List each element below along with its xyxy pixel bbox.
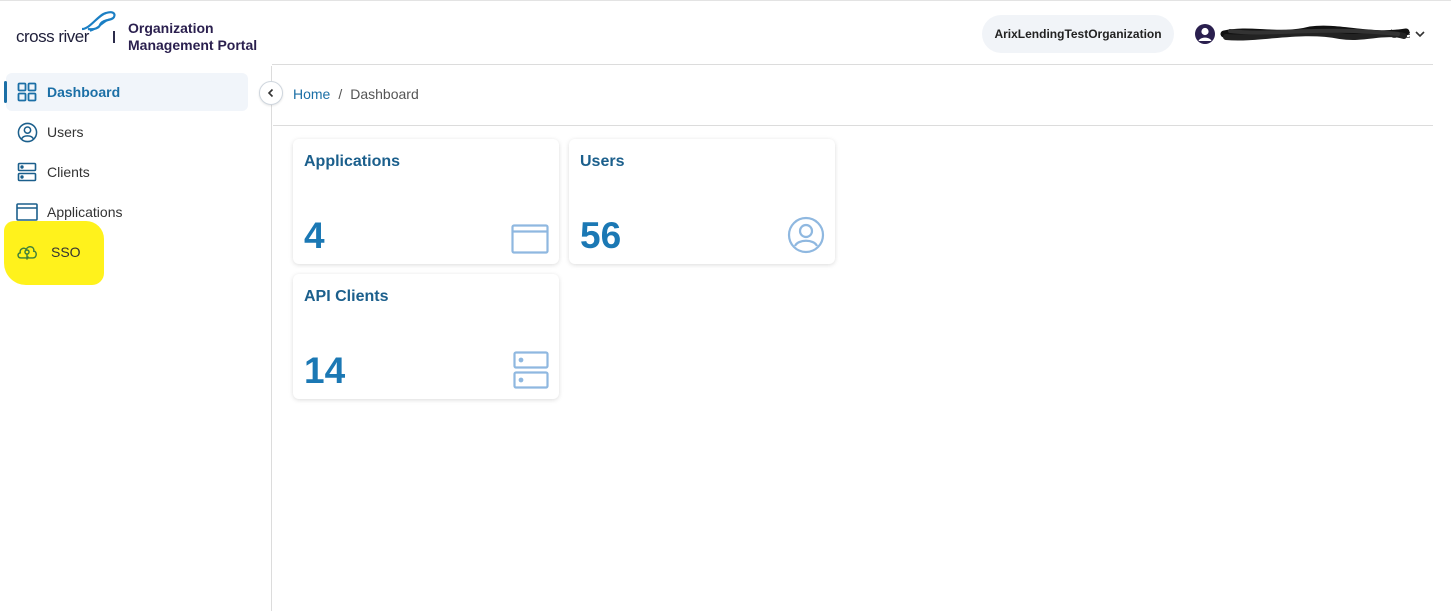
breadcrumb-separator: / (338, 86, 343, 102)
user-avatar-icon (1195, 24, 1215, 44)
cloud-key-icon (16, 241, 38, 263)
sidebar-item-label: Users (47, 124, 84, 140)
portal-title-line2: Management Portal (128, 37, 258, 53)
logo-separator (113, 31, 115, 43)
sidebar-item-sso[interactable]: SSO (6, 233, 248, 271)
user-menu[interactable]: User (1194, 21, 1426, 47)
card-title: Users (580, 153, 625, 170)
logo-text: cross river (16, 27, 89, 46)
server-icon (16, 161, 38, 183)
sidebar-collapse-button[interactable] (259, 81, 283, 105)
window-icon (16, 201, 38, 223)
card-value: 14 (304, 350, 346, 391)
chevron-left-icon (267, 88, 274, 98)
top-bar: cross river Organization Management Port… (0, 0, 1451, 66)
card-value: 4 (304, 215, 325, 256)
sidebar-item-label: Applications (47, 204, 123, 220)
sidebar-item-applications[interactable]: Applications (6, 193, 248, 231)
sidebar-item-dashboard[interactable]: Dashboard (4, 73, 248, 111)
breadcrumb-current: Dashboard (350, 86, 419, 102)
portal-title: Organization Management Portal (128, 20, 257, 54)
sidebar-item-users[interactable]: Users (6, 113, 248, 151)
sidebar-item-label: Clients (47, 164, 90, 180)
redaction-scribble (1220, 25, 1410, 41)
window-icon (511, 224, 549, 254)
chevron-down-icon[interactable] (1414, 28, 1426, 40)
cross-river-logo[interactable]: cross river (16, 9, 126, 49)
user-circle-icon (787, 216, 825, 254)
user-circle-icon (16, 121, 38, 143)
card-users[interactable]: Users 56 (569, 139, 835, 264)
card-title: API Clients (304, 288, 389, 305)
organization-selector[interactable]: ArixLendingTestOrganization (982, 15, 1174, 53)
sidebar-item-label: SSO (51, 244, 81, 260)
sidebar-item-label: Dashboard (47, 84, 121, 100)
portal-title-line1: Organization (128, 20, 214, 36)
breadcrumb: Home / Dashboard (293, 86, 419, 102)
card-value: 56 (580, 215, 622, 256)
user-name: User (1220, 24, 1410, 44)
header-divider (272, 64, 1433, 65)
card-title: Applications (304, 153, 401, 170)
card-api-clients[interactable]: API Clients 14 (293, 274, 559, 399)
server-icon (513, 351, 549, 389)
breadcrumb-divider (273, 125, 1433, 126)
breadcrumb-home-link[interactable]: Home (293, 86, 330, 102)
sidebar-item-clients[interactable]: Clients (6, 153, 248, 191)
card-applications[interactable]: Applications 4 (293, 139, 559, 264)
sidebar: Dashboard Users Clients Applications SSO (0, 66, 272, 611)
grid-icon (16, 81, 38, 103)
